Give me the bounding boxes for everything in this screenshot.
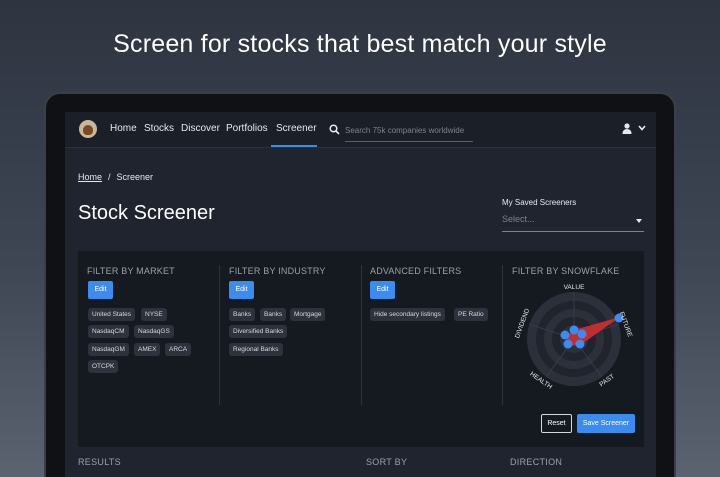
page-title: Stock Screener bbox=[78, 202, 215, 224]
snowflake-filter-title: FILTER BY SNOWFLAKE bbox=[512, 266, 620, 276]
top-nav: Home Stocks Discover Portfolios Screener bbox=[65, 112, 656, 148]
logo-icon[interactable] bbox=[79, 120, 97, 138]
column-divider bbox=[361, 265, 362, 405]
headline: Screen for stocks that best match your s… bbox=[113, 30, 607, 58]
market-filter-title: FILTER BY MARKET bbox=[87, 266, 175, 276]
breadcrumb: Home / Screener bbox=[78, 172, 153, 182]
sort-by-label: SORT BY bbox=[366, 457, 408, 467]
nav-stocks[interactable]: Stocks bbox=[144, 123, 174, 134]
advanced-chip[interactable]: PE Ratio bbox=[454, 308, 488, 321]
market-chip[interactable]: ARCA bbox=[165, 343, 192, 356]
snowflake-label-value: VALUE bbox=[564, 284, 585, 291]
app-screen: Home Stocks Discover Portfolios Screener… bbox=[65, 112, 656, 477]
breadcrumb-separator: / bbox=[108, 172, 111, 182]
breadcrumb-current: Screener bbox=[116, 172, 154, 182]
breadcrumb-home[interactable]: Home bbox=[78, 172, 102, 182]
results-label: RESULTS bbox=[78, 457, 121, 467]
reset-button[interactable]: Reset bbox=[541, 414, 572, 433]
market-chip[interactable]: OTCPK bbox=[88, 360, 119, 373]
search-icon[interactable] bbox=[329, 124, 340, 135]
market-chip[interactable]: NasdaqGM bbox=[88, 343, 129, 356]
snowflake-chart[interactable]: VALUE FUTURE PAST HEALTH DIVIDEND bbox=[512, 281, 644, 393]
industry-filter-title: FILTER BY INDUSTRY bbox=[229, 266, 326, 276]
industry-chip[interactable]: Diversified Banks bbox=[229, 325, 288, 338]
snowflake-handle[interactable] bbox=[575, 339, 585, 349]
nav-screener[interactable]: Screener bbox=[276, 123, 317, 134]
saved-screeners-select[interactable]: Select... bbox=[502, 212, 644, 232]
user-icon[interactable] bbox=[622, 123, 632, 134]
industry-chip[interactable]: Banks bbox=[260, 308, 287, 321]
industry-chip[interactable]: Mortgage bbox=[290, 308, 326, 321]
save-screener-button[interactable]: Save Screener bbox=[577, 414, 635, 433]
nav-discover[interactable]: Discover bbox=[181, 123, 220, 134]
industry-chip[interactable]: Banks bbox=[229, 308, 256, 321]
search-input[interactable] bbox=[345, 120, 473, 142]
snowflake-handle[interactable] bbox=[577, 329, 587, 339]
direction-label: DIRECTION bbox=[510, 457, 563, 467]
market-chip[interactable]: United States bbox=[88, 308, 136, 321]
industry-chip[interactable]: Regional Banks bbox=[229, 343, 283, 356]
active-tab-indicator bbox=[271, 145, 317, 147]
market-chip[interactable]: NasdaqGS bbox=[134, 325, 174, 338]
market-edit-button[interactable]: Edit bbox=[88, 281, 113, 299]
advanced-filter-title: ADVANCED FILTERS bbox=[370, 266, 462, 276]
industry-edit-button[interactable]: Edit bbox=[229, 281, 254, 299]
snowflake-handle[interactable] bbox=[560, 330, 570, 340]
column-divider bbox=[502, 265, 503, 405]
filter-panel: FILTER BY MARKET Edit United States NYSE… bbox=[78, 251, 644, 447]
market-chip[interactable]: AMEX bbox=[134, 343, 161, 356]
snowflake-handle[interactable] bbox=[569, 325, 579, 335]
market-chip[interactable]: NYSE bbox=[141, 308, 167, 321]
snowflake-handle[interactable] bbox=[563, 339, 573, 349]
nav-home[interactable]: Home bbox=[110, 123, 137, 134]
chevron-down-icon[interactable] bbox=[638, 125, 646, 131]
advanced-edit-button[interactable]: Edit bbox=[370, 281, 395, 299]
market-chip[interactable]: NasdaqCM bbox=[88, 325, 129, 338]
caret-down-icon bbox=[636, 219, 642, 223]
advanced-chip[interactable]: Hide secondary listings bbox=[370, 308, 445, 321]
nav-portfolios[interactable]: Portfolios bbox=[226, 123, 268, 134]
saved-screeners-placeholder: Select... bbox=[502, 214, 535, 224]
column-divider bbox=[219, 265, 220, 405]
saved-screeners-label: My Saved Screeners bbox=[502, 198, 577, 207]
